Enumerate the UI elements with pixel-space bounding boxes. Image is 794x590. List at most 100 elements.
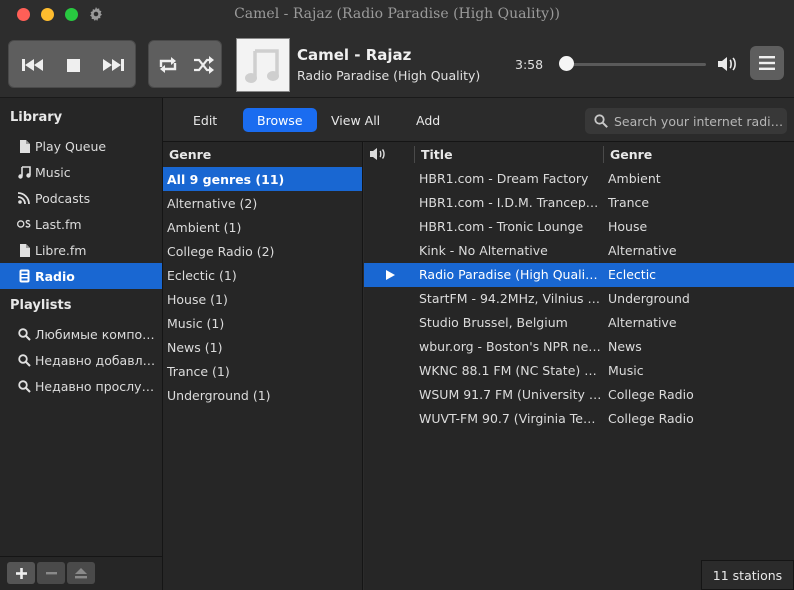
volume-icon[interactable] xyxy=(717,55,737,73)
genre-column-header[interactable]: Genre xyxy=(169,142,211,166)
rss-icon xyxy=(17,191,31,205)
main-menu-button[interactable] xyxy=(750,46,784,80)
next-track-button[interactable] xyxy=(93,41,133,89)
table-row[interactable]: wbur.org - Boston's NPR news station New… xyxy=(364,335,794,359)
genre-item[interactable]: Alternative (2) xyxy=(163,191,362,215)
sidebar-item-label: Music xyxy=(35,164,71,180)
elapsed-time: 3:58 xyxy=(515,57,544,72)
genre-list: Genre All 9 genres (11) Alternative (2) … xyxy=(163,142,363,590)
column-separator xyxy=(603,146,604,163)
station-genre: Alternative xyxy=(608,243,677,258)
table-row[interactable]: WUVT-FM 90.7 (Virginia Tech) College Rad… xyxy=(364,407,794,431)
plus-icon xyxy=(15,567,27,579)
station-genre: Ambient xyxy=(608,171,661,186)
sidebar-item-librefm[interactable]: Libre.fm xyxy=(0,237,162,263)
sidebar-item-radio[interactable]: Radio xyxy=(0,263,162,289)
sidebar-item-lastfm[interactable]: Last.fm xyxy=(0,211,162,237)
add-playlist-button[interactable] xyxy=(7,562,35,584)
search-icon xyxy=(17,327,31,341)
table-row[interactable]: StartFM - 94.2MHz, Vilnius University Un… xyxy=(364,287,794,311)
playback-controls xyxy=(8,40,136,88)
title-bar: Camel - Rajaz (Radio Paradise (High Qual… xyxy=(0,0,794,30)
genre-item[interactable]: Underground (1) xyxy=(163,383,362,407)
genre-column-header[interactable]: Genre xyxy=(610,142,652,166)
playlist-item[interactable]: Недавно добавленные xyxy=(0,347,162,373)
genre-item[interactable]: News (1) xyxy=(163,335,362,359)
shuffle-button[interactable] xyxy=(187,41,221,89)
station-title: HBR1.com - I.D.M. Tranceponder xyxy=(419,195,602,210)
seek-slider-track[interactable] xyxy=(566,63,706,66)
skip-forward-icon xyxy=(103,59,124,71)
station-title: Kink - No Alternative xyxy=(419,243,548,258)
table-row[interactable]: Kink - No Alternative Alternative xyxy=(364,239,794,263)
stop-button[interactable] xyxy=(53,41,93,89)
genre-item[interactable]: Music (1) xyxy=(163,311,362,335)
repeat-button[interactable] xyxy=(151,41,185,89)
play-icon xyxy=(386,270,395,280)
station-count-status: 11 stations xyxy=(701,560,794,590)
station-title: StartFM - 94.2MHz, Vilnius University xyxy=(419,291,602,306)
document-icon xyxy=(17,139,31,153)
sidebar: Library Play Queue Music Podcasts Last.f… xyxy=(0,98,163,590)
station-title: HBR1.com - Dream Factory xyxy=(419,171,589,186)
search-icon xyxy=(17,353,31,367)
radio-icon xyxy=(17,269,31,283)
table-row[interactable]: WKNC 88.1 FM (NC State) HD-1 Music xyxy=(364,359,794,383)
table-row[interactable]: HBR1.com - Dream Factory Ambient xyxy=(364,167,794,191)
station-genre: Music xyxy=(608,363,644,378)
sidebar-item-label: Podcasts xyxy=(35,190,91,206)
table-row[interactable]: HBR1.com - Tronic Lounge House xyxy=(364,215,794,239)
playlist-item[interactable]: Недавно прослушанные xyxy=(0,373,162,399)
stations-table: Title Genre HBR1.com - Dream Factory Amb… xyxy=(364,142,794,590)
sidebar-item-label: Last.fm xyxy=(35,216,82,232)
lastfm-icon xyxy=(17,217,31,231)
track-station: Radio Paradise (High Quality) xyxy=(297,68,481,83)
view-switcher: Edit Browse View All Add Search your int… xyxy=(163,98,794,142)
station-title: WKNC 88.1 FM (NC State) HD-1 xyxy=(419,363,602,378)
playlists-header: Playlists xyxy=(10,298,72,313)
station-genre: House xyxy=(608,219,648,234)
toolbar: Camel - Rajaz Radio Paradise (High Quali… xyxy=(0,30,794,98)
sidebar-item-podcasts[interactable]: Podcasts xyxy=(0,185,162,211)
table-row[interactable]: HBR1.com - I.D.M. Tranceponder Trance xyxy=(364,191,794,215)
window-title: Camel - Rajaz (Radio Paradise (High Qual… xyxy=(234,6,560,22)
station-title: WSUM 91.7 FM (University of Wisconsin) xyxy=(419,387,602,402)
sidebar-item-play-queue[interactable]: Play Queue xyxy=(0,133,162,159)
table-row-now-playing[interactable]: Radio Paradise (High Quality) Eclectic xyxy=(364,263,794,287)
station-title: WUVT-FM 90.7 (Virginia Tech) xyxy=(419,411,602,426)
genre-item[interactable]: House (1) xyxy=(163,287,362,311)
now-playing-column-icon[interactable] xyxy=(370,147,386,161)
title-column-header[interactable]: Title xyxy=(421,142,453,166)
table-row[interactable]: WSUM 91.7 FM (University of Wisconsin) C… xyxy=(364,383,794,407)
station-genre: Underground xyxy=(608,291,690,306)
genre-item-all[interactable]: All 9 genres (11) xyxy=(163,167,362,191)
mode-controls xyxy=(148,40,222,88)
genre-item[interactable]: Eclectic (1) xyxy=(163,263,362,287)
stop-icon xyxy=(66,58,80,72)
shuffle-icon xyxy=(194,56,214,74)
column-separator xyxy=(414,146,415,163)
station-genre: Trance xyxy=(608,195,650,210)
tab-view-all[interactable]: View All xyxy=(317,108,394,132)
genre-item[interactable]: College Radio (2) xyxy=(163,239,362,263)
tab-browse[interactable]: Browse xyxy=(243,108,317,132)
station-title: wbur.org - Boston's NPR news station xyxy=(419,339,602,354)
tab-add[interactable]: Add xyxy=(402,108,454,132)
tab-edit[interactable]: Edit xyxy=(179,108,231,132)
sidebar-item-label: Radio xyxy=(35,268,75,284)
station-title: Radio Paradise (High Quality) xyxy=(419,267,602,282)
playlist-item[interactable]: Любимые композиции xyxy=(0,321,162,347)
previous-track-button[interactable] xyxy=(13,41,53,89)
seek-slider-handle[interactable] xyxy=(559,56,574,71)
table-row[interactable]: Studio Brussel, Belgium Alternative xyxy=(364,311,794,335)
station-title: Studio Brussel, Belgium xyxy=(419,315,568,330)
station-genre: College Radio xyxy=(608,411,694,426)
search-icon xyxy=(17,379,31,393)
eject-button[interactable] xyxy=(67,562,95,584)
genre-item[interactable]: Trance (1) xyxy=(163,359,362,383)
genre-item[interactable]: Ambient (1) xyxy=(163,215,362,239)
station-genre: Alternative xyxy=(608,315,677,330)
search-input[interactable]: Search your internet radio stations xyxy=(585,108,787,134)
sidebar-item-music[interactable]: Music xyxy=(0,159,162,185)
remove-playlist-button[interactable] xyxy=(37,562,65,584)
